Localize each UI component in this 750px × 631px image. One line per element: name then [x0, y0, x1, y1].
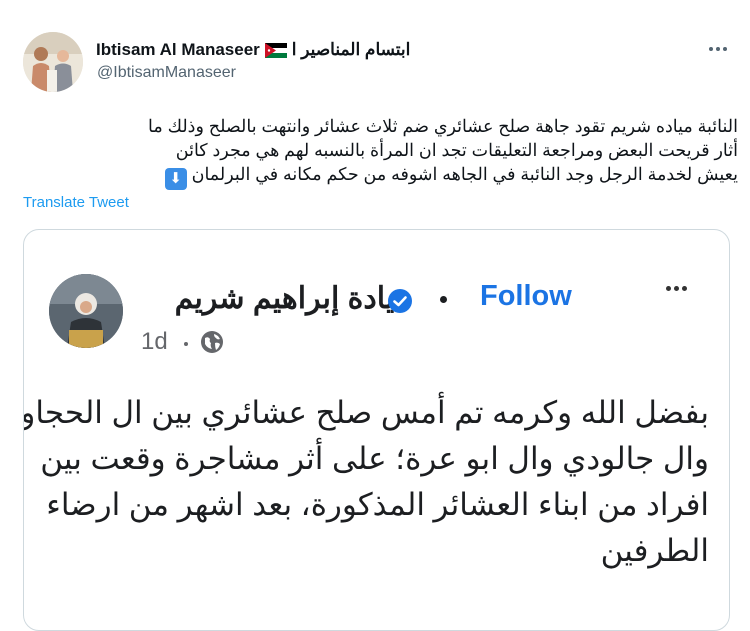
author-name-line[interactable]: Ibtisam Al Manaseer ابتسام المناصير ا — [96, 38, 410, 62]
tweet-text-line: النائبة مياده شريم تقود جاهة صلح عشائري … — [148, 116, 738, 136]
time-separator-dot — [184, 342, 188, 346]
follow-button: Follow — [480, 280, 572, 312]
down-arrow-emoji-icon: ⬇ — [164, 168, 187, 190]
author-name-arabic: ابتسام المناصير ا — [291, 40, 411, 59]
post-text-line: افراد من ابناء العشائر المذكورة، بعد اشه… — [46, 487, 709, 522]
post-text-line: بفضل الله وكرمه تم أمس صلح عشائري بين ال… — [23, 395, 709, 430]
post-text-line: وال جالودي وال ابو عرة؛ على أثر مشاجرة و… — [40, 441, 709, 476]
tweet-text-line: أثار قريحت البعض ومراجعة التعليقات تجد ا… — [175, 140, 738, 160]
tweet-text: النائبة مياده شريم تقود جاهة صلح عشائري … — [20, 114, 738, 190]
post-text-line: الطرفين — [600, 533, 709, 568]
post-author-name: ميادة إبراهيم شريم — [174, 282, 411, 315]
tweet-text-line-content: يعيش لخدمة الرجل وجد النائبة في الجاهه ا… — [191, 164, 738, 184]
embedded-post-image[interactable]: ميادة إبراهيم شريم Follow 1d بفضل الله و… — [23, 229, 730, 631]
author-name[interactable]: Ibtisam Al Manaseer — [96, 40, 260, 60]
author-avatar[interactable] — [23, 32, 83, 92]
separator-dot — [440, 296, 447, 303]
author-handle[interactable]: @IbtisamManaseer — [97, 64, 236, 82]
post-text: بفضل الله وكرمه تم أمس صلح عشائري بين ال… — [23, 390, 709, 574]
post-more-icon — [656, 276, 696, 300]
post-author-avatar — [49, 274, 123, 348]
verified-badge-icon — [388, 289, 412, 313]
post-time: 1d — [141, 328, 168, 355]
tweet-text-line: يعيش لخدمة الرجل وجد النائبة في الجاهه ا… — [20, 162, 738, 190]
jordan-flag-icon — [264, 42, 287, 58]
globe-icon — [201, 331, 223, 353]
translate-tweet-link[interactable]: Translate Tweet — [23, 194, 129, 211]
more-options-icon[interactable] — [707, 38, 729, 60]
